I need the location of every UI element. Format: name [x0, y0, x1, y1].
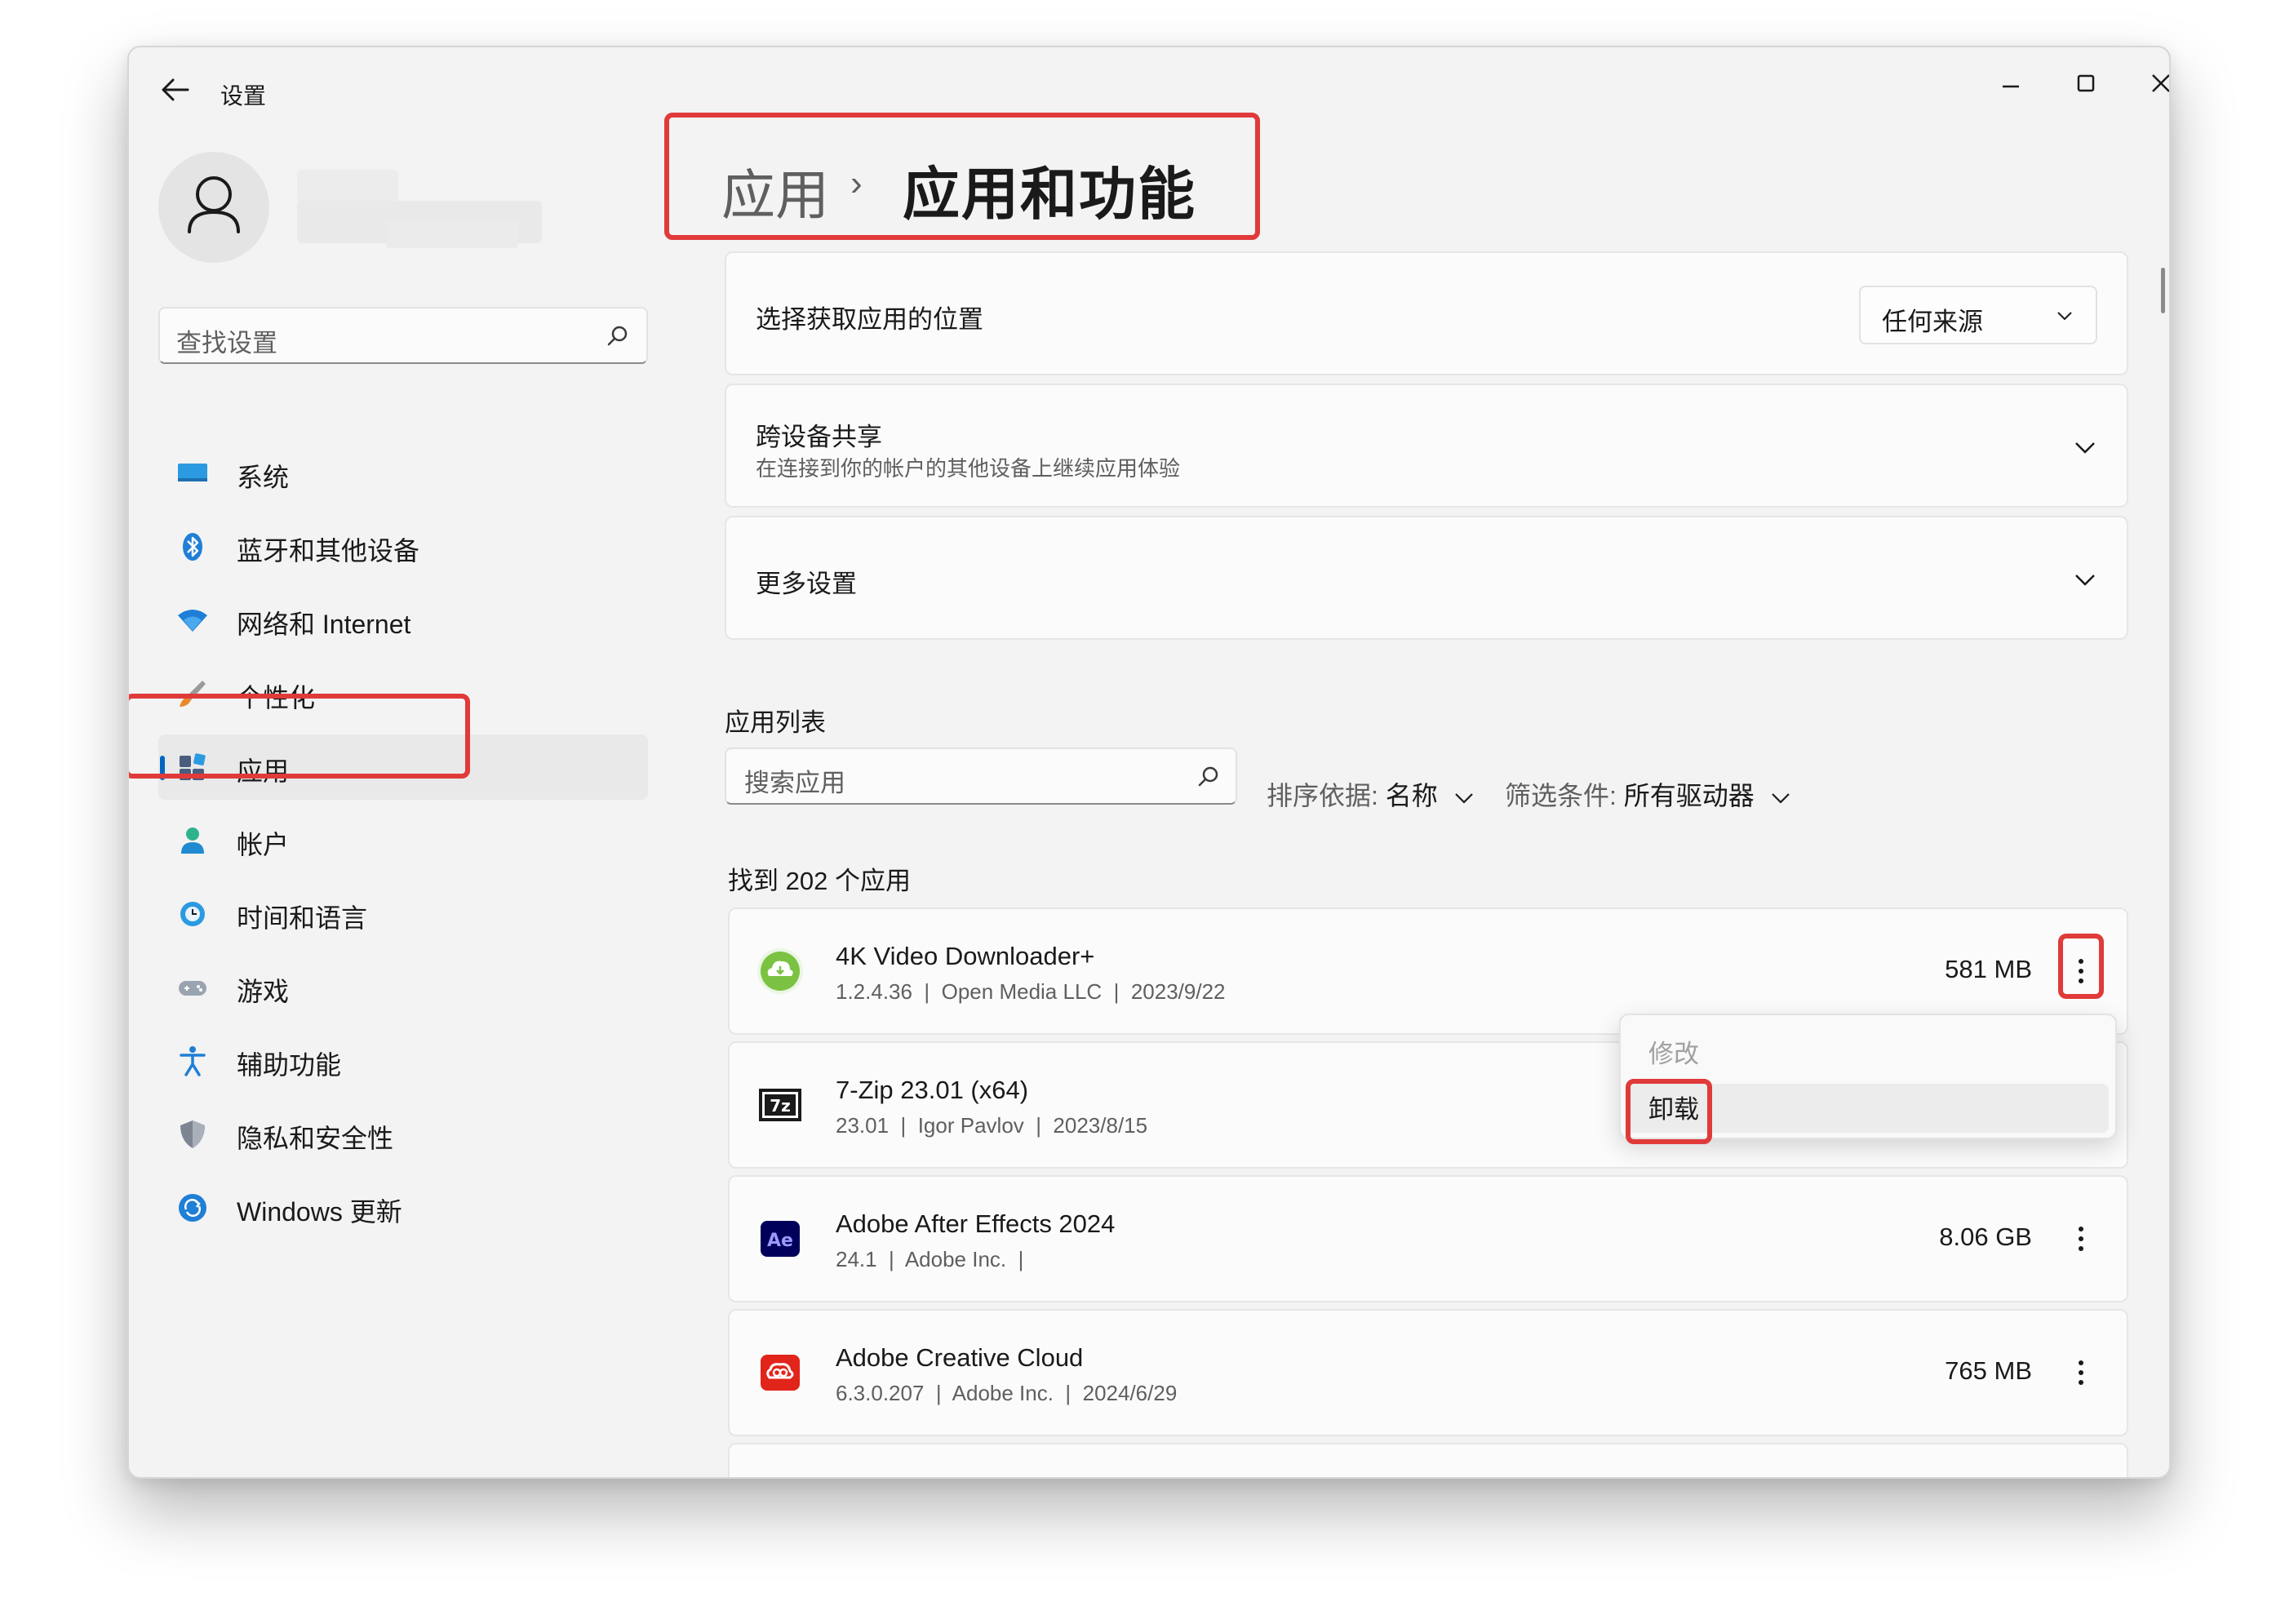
svg-text:7z: 7z — [770, 1096, 791, 1116]
more-settings-card[interactable]: 更多设置 — [725, 516, 2128, 640]
chevron-down-icon[interactable] — [2073, 439, 2097, 455]
maximize-icon[interactable] — [2056, 62, 2115, 104]
sidebar-item-privacy[interactable]: 隐私和安全性 — [158, 1102, 648, 1167]
7zip-icon: 7z — [759, 1089, 801, 1121]
more-options-highlight-box — [2058, 934, 2104, 999]
app-meta: 1.2.4.36 | Open Media LLC | 2023/9/22 — [836, 979, 1226, 1004]
back-arrow-icon[interactable] — [158, 75, 191, 104]
app-list-label: 应用列表 — [725, 708, 826, 737]
shield-icon — [180, 1120, 205, 1148]
menu-item-modify[interactable]: 修改 — [1648, 1033, 1699, 1070]
settings-search-placeholder: 查找设置 — [176, 329, 277, 357]
minimize-icon[interactable] — [1981, 62, 2040, 104]
scrollbar-thumb[interactable] — [2161, 268, 2165, 313]
search-icon[interactable] — [1195, 764, 1221, 790]
app-size: 581 MB — [1945, 955, 2032, 983]
creative-cloud-icon — [761, 1355, 800, 1391]
svg-text:Ae: Ae — [767, 1231, 793, 1251]
search-icon[interactable] — [604, 323, 630, 349]
sidebar-item-gaming[interactable]: 游戏 — [158, 955, 648, 1020]
sidebar-item-network[interactable]: 网络和 Internet — [158, 588, 648, 653]
gamepad-icon — [179, 981, 206, 996]
filter-label: 筛选条件: — [1505, 781, 1617, 810]
chevron-down-icon — [1454, 793, 1473, 804]
app-source-card: 选择获取应用的位置 任何来源 — [725, 251, 2128, 375]
app-meta: 6.3.0.207 | Adobe Inc. | 2024/6/29 — [836, 1381, 1178, 1405]
chevron-down-icon — [2057, 312, 2072, 321]
blurred-username — [297, 170, 398, 202]
cross-device-share-title: 跨设备共享 — [756, 423, 882, 451]
sidebar-item-time-language[interactable]: 时间和语言 — [158, 881, 648, 947]
app-name: Adobe Creative Cloud — [836, 1343, 1084, 1372]
apps-highlight-box — [129, 694, 470, 779]
app-source-value: 任何来源 — [1882, 308, 1983, 336]
sidebar-item-system[interactable]: 系统 — [158, 441, 648, 506]
settings-search-input[interactable]: 查找设置 — [158, 307, 648, 364]
app-name: 4K Video Downloader+ — [836, 942, 1095, 970]
sort-value: 名称 — [1385, 781, 1438, 810]
more-options-icon[interactable] — [2063, 1213, 2099, 1265]
more-options-icon[interactable] — [2063, 1347, 2099, 1399]
app-source-dropdown[interactable]: 任何来源 — [1859, 286, 2097, 344]
bluetooth-icon — [183, 533, 202, 561]
sidebar-item-windows-update[interactable]: Windows 更新 — [158, 1175, 648, 1240]
sidebar-item-label: Windows 更新 — [237, 1197, 402, 1227]
blurred-detail — [387, 220, 517, 248]
filter-value: 所有驱动器 — [1623, 781, 1755, 810]
window-title: 设置 — [220, 83, 267, 109]
app-row[interactable] — [728, 1443, 2128, 1477]
account-icon — [181, 828, 204, 854]
sidebar-item-label: 隐私和安全性 — [237, 1124, 394, 1153]
cross-device-share-subtitle: 在连接到你的帐户的其他设备上继续应用体验 — [756, 456, 1181, 481]
app-search-placeholder: 搜索应用 — [744, 769, 845, 797]
sidebar-item-accounts[interactable]: 帐户 — [158, 808, 648, 873]
sidebar-item-label: 系统 — [237, 463, 290, 492]
breadcrumb-highlight-box — [664, 113, 1260, 240]
sidebar-item-label: 时间和语言 — [237, 903, 368, 933]
cloud-download-icon — [757, 948, 803, 994]
chevron-down-icon[interactable] — [2073, 571, 2097, 588]
update-icon — [179, 1194, 206, 1222]
app-count: 找到 202 个应用 — [728, 867, 911, 895]
app-meta: 23.01 | Igor Pavlov | 2023/8/15 — [836, 1113, 1148, 1138]
sidebar-item-accessibility[interactable]: 辅助功能 — [158, 1028, 648, 1094]
after-effects-icon: Ae — [761, 1221, 800, 1257]
sidebar-item-label: 网络和 Internet — [237, 610, 411, 639]
app-row[interactable]: Ae Adobe After Effects 2024 24.1 | Adobe… — [728, 1175, 2128, 1302]
filter-dropdown[interactable]: 筛选条件: 所有驱动器 — [1505, 775, 1791, 813]
avatar[interactable] — [158, 152, 269, 263]
app-name: 7-Zip 23.01 (x64) — [836, 1076, 1029, 1104]
app-size: 765 MB — [1945, 1356, 2032, 1385]
chevron-down-icon — [1771, 793, 1790, 804]
more-settings-title: 更多设置 — [756, 570, 857, 598]
close-icon[interactable] — [2132, 62, 2171, 104]
sort-label: 排序依据: — [1267, 781, 1378, 810]
app-search-input[interactable]: 搜索应用 — [725, 748, 1237, 805]
wifi-icon — [178, 610, 207, 632]
settings-window: 设置 查找设置 系统 蓝牙和其他设备 网络和 Internet 个性化 应用 帐… — [127, 46, 2171, 1479]
sort-dropdown[interactable]: 排序依据: 名称 — [1267, 775, 1475, 813]
uninstall-highlight-box — [1626, 1079, 1712, 1144]
sidebar-item-bluetooth[interactable]: 蓝牙和其他设备 — [158, 514, 648, 579]
app-row[interactable]: Adobe Creative Cloud 6.3.0.207 | Adobe I… — [728, 1309, 2128, 1436]
sidebar-item-label: 帐户 — [237, 830, 290, 859]
sidebar-item-label: 蓝牙和其他设备 — [237, 536, 420, 566]
cross-device-share-card[interactable]: 跨设备共享 在连接到你的帐户的其他设备上继续应用体验 — [725, 384, 2128, 508]
sidebar-item-label: 游戏 — [237, 977, 290, 1006]
accessibility-icon — [180, 1046, 206, 1076]
clock-globe-icon — [180, 902, 205, 926]
app-name: Adobe After Effects 2024 — [836, 1209, 1116, 1238]
app-size: 8.06 GB — [1939, 1222, 2032, 1251]
monitor-icon — [178, 464, 207, 481]
app-meta: 24.1 | Adobe Inc. | — [836, 1247, 1024, 1271]
sidebar-item-label: 辅助功能 — [237, 1050, 342, 1080]
person-icon — [188, 176, 240, 233]
app-source-title: 选择获取应用的位置 — [756, 305, 983, 334]
